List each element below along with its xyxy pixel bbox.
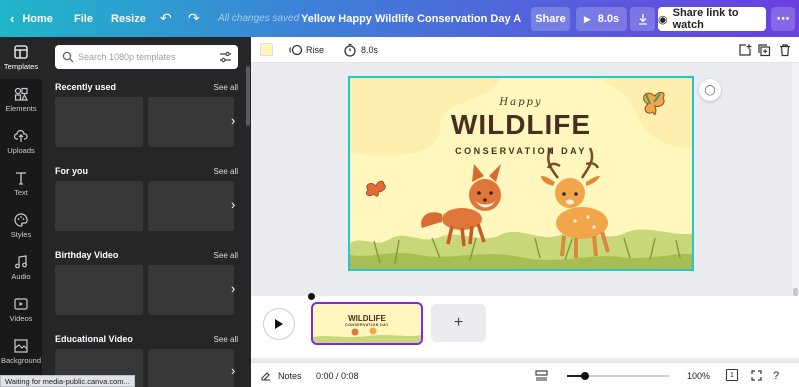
rail-item-uploads[interactable]: Uploads — [0, 121, 42, 163]
palette-icon — [14, 213, 28, 227]
home-button[interactable]: ‹ Home — [10, 0, 53, 37]
butterfly-illustration — [366, 180, 386, 197]
see-all-link[interactable]: See all — [214, 167, 238, 176]
eye-icon: ◉ — [658, 13, 668, 26]
canvas-scrollbar[interactable] — [792, 63, 799, 296]
rail-item-audio[interactable]: Audio — [0, 247, 42, 289]
undo-icon[interactable]: ↶ — [160, 0, 172, 37]
timeline-toggle-icon[interactable] — [535, 370, 548, 381]
footer-bar: Notes 0:00 / 0:08 100% 1 ? — [251, 362, 799, 387]
fullscreen-icon[interactable] — [751, 370, 762, 381]
share-button[interactable]: Share — [531, 7, 570, 31]
fox-illustration — [421, 164, 501, 247]
section-title-for-you: For you — [55, 166, 88, 176]
save-status: All changes saved — [218, 13, 300, 24]
design-page[interactable]: Happy WILDLIFE CONSERVATION DAY — [348, 76, 694, 271]
play-icon: ▶ — [583, 13, 591, 24]
rail-item-background[interactable]: Background — [0, 331, 42, 373]
search-box — [55, 45, 238, 69]
section-title-birthday-video: Birthday Video — [55, 250, 119, 260]
timeline-clip[interactable]: WILDLIFE CONSERVATION DAY — [311, 302, 423, 345]
text-icon — [16, 172, 26, 185]
templates-icon — [14, 45, 28, 59]
play-button[interactable] — [263, 308, 295, 340]
add-page-icon[interactable] — [738, 43, 752, 57]
comment-icon: ◯ — [704, 84, 716, 96]
chevron-right-icon[interactable]: › — [231, 281, 235, 296]
notes-icon[interactable] — [260, 370, 272, 382]
templates-panel: Recently used See all › For you See all … — [42, 37, 251, 387]
more-options-button[interactable]: ⋯ — [771, 7, 795, 31]
design-subtitle-text[interactable]: CONSERVATION DAY — [350, 146, 692, 156]
music-icon — [15, 255, 27, 269]
share-link-button[interactable]: ◉ Share link to watch — [658, 7, 766, 31]
download-icon — [638, 14, 647, 25]
redo-icon[interactable]: ↷ — [188, 0, 200, 37]
timing-button[interactable]: 8.0s — [361, 37, 378, 63]
search-icon — [62, 51, 74, 63]
page-count-button[interactable]: 1 — [726, 369, 738, 381]
template-thumbnail[interactable] — [55, 181, 143, 231]
see-all-link[interactable]: See all — [214, 83, 238, 92]
template-thumbnail[interactable] — [55, 97, 143, 147]
document-title[interactable]: Yellow Happy Wildlife Conservation Day A… — [301, 0, 521, 37]
left-rail: Templates Elements Uploads Text Styles A… — [0, 37, 42, 387]
chevron-right-icon[interactable]: › — [231, 363, 235, 378]
background-icon — [14, 339, 28, 353]
design-happy-text[interactable]: Happy — [350, 97, 692, 108]
zoom-level[interactable]: 100% — [687, 363, 710, 387]
rail-item-elements[interactable]: Elements — [0, 79, 42, 121]
duplicate-icon[interactable] — [757, 43, 771, 57]
resize-button[interactable]: Resize — [111, 0, 146, 37]
rail-item-videos[interactable]: Videos — [0, 289, 42, 331]
comment-button[interactable]: ◯ — [699, 79, 721, 101]
time-display: 0:00 / 0:08 — [316, 370, 359, 381]
help-button[interactable]: ? — [773, 363, 779, 387]
timeline: WILDLIFE CONSERVATION DAY + — [251, 293, 799, 358]
rail-item-templates[interactable]: Templates — [0, 37, 42, 79]
template-thumbnail[interactable] — [148, 181, 234, 231]
upload-icon — [14, 129, 28, 142]
background-color-swatch[interactable] — [260, 43, 273, 56]
clip-thumbnail — [313, 327, 421, 343]
file-menu[interactable]: File — [74, 0, 93, 37]
see-all-link[interactable]: See all — [214, 251, 238, 260]
add-page-button[interactable]: + — [431, 304, 486, 342]
template-thumbnail[interactable] — [148, 97, 234, 147]
play-icon — [275, 319, 283, 329]
video-icon — [14, 298, 28, 310]
editor-toolbar: Rise 8.0s — [251, 37, 799, 63]
chevron-right-icon[interactable]: › — [231, 197, 235, 212]
animate-icon[interactable] — [289, 43, 303, 57]
browser-status-bar: Waiting for media-public.canva.com... — [0, 375, 135, 387]
zoom-slider[interactable] — [567, 372, 669, 380]
present-button[interactable]: ▶ 8.0s — [576, 7, 627, 31]
download-button[interactable] — [630, 7, 655, 31]
search-input[interactable] — [78, 52, 208, 62]
top-bar: ‹ Home File Resize ↶ ↷ All changes saved… — [0, 0, 799, 37]
template-thumbnail[interactable] — [148, 265, 234, 315]
template-thumbnail[interactable] — [55, 265, 143, 315]
section-title-recently-used: Recently used — [55, 82, 117, 92]
template-thumbnail[interactable] — [148, 349, 234, 387]
section-title-educational-video: Educational Video — [55, 334, 133, 344]
delete-icon[interactable] — [778, 43, 792, 57]
notes-button[interactable]: Notes — [278, 363, 302, 387]
chevron-left-icon: ‹ — [10, 11, 15, 26]
chevron-right-icon[interactable]: › — [231, 113, 235, 128]
elements-icon — [14, 87, 28, 101]
animation-button[interactable]: Rise — [306, 37, 324, 63]
see-all-link[interactable]: See all — [214, 335, 238, 344]
rail-item-text[interactable]: Text — [0, 163, 42, 205]
panel-scrollbar[interactable] — [246, 66, 250, 126]
filter-icon[interactable] — [219, 51, 232, 63]
rail-item-styles[interactable]: Styles — [0, 205, 42, 247]
playhead[interactable] — [308, 293, 315, 300]
timer-icon[interactable] — [343, 43, 357, 57]
design-title-text[interactable]: WILDLIFE — [350, 109, 692, 141]
